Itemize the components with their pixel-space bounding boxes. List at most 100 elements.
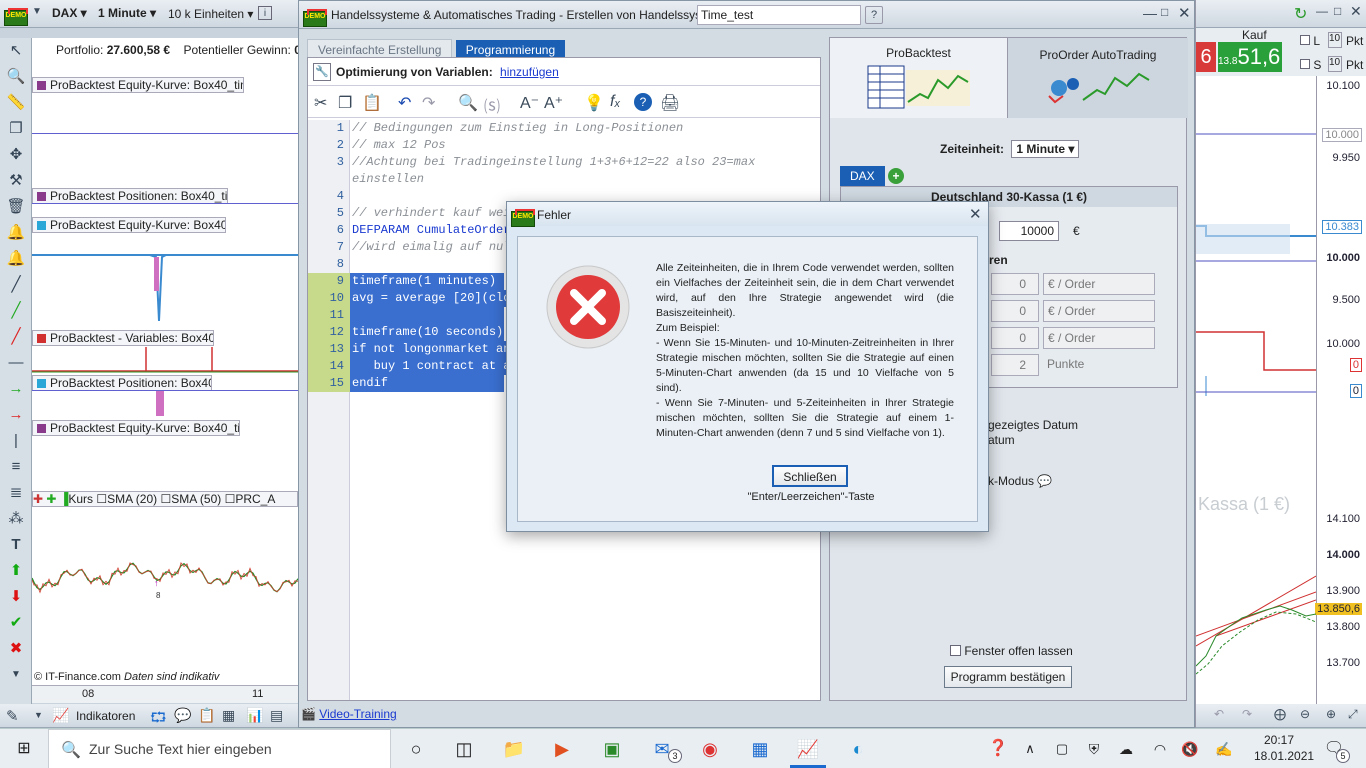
buy-arrow-icon[interactable]: ⬆ [0,558,32,584]
add-variable-link[interactable]: hinzufügen [500,65,559,79]
qty-short[interactable]: 10 [1328,56,1342,72]
minimize-icon[interactable]: — [1316,4,1328,18]
tab-simple-creation[interactable]: Vereinfachte Erstellung [307,39,453,59]
ruler-icon[interactable]: 📏 [0,90,32,116]
fee-unit-select[interactable]: € / Order [1043,327,1155,349]
mode-option[interactable]: k-Modus 💬 [988,474,1052,488]
sell-price-box[interactable]: 6 [1196,42,1216,72]
code-line[interactable]: einstellen [308,171,820,188]
lightbulb-icon[interactable]: 💡 [584,93,604,113]
add-indicator-icon[interactable]: ✚ [33,492,43,506]
date-option-1[interactable]: gezeigtes Datum [988,418,1078,433]
trash-icon[interactable]: 🗑 [0,194,32,220]
bell-icon[interactable]: 🔔 [0,246,32,272]
security-icon[interactable]: ⛨ [1082,737,1106,761]
fee-unit-select[interactable]: € / Order [1043,300,1155,322]
short-checkbox[interactable]: S [1300,58,1321,72]
help-tray-icon[interactable]: ❓ [986,737,1010,761]
close-icon[interactable]: ✕ [1178,4,1191,22]
hammer-icon[interactable]: ⚒ [0,168,32,194]
font-increase-icon[interactable]: A⁺ [544,93,563,113]
video-icon[interactable]: 🎬 [301,707,316,721]
line-icon[interactable]: ╱ [0,272,32,298]
vertical-line-icon[interactable]: | [0,428,32,454]
taskbar-search[interactable]: 🔍 Zur Suche Text hier eingeben [48,729,391,768]
file-explorer-icon[interactable]: 📁 [502,737,526,761]
redo-icon[interactable]: ↷ [1242,707,1252,721]
date-option-2[interactable]: atum [988,433,1078,448]
timeframe-select[interactable]: 1 Minute ▾ [98,6,156,20]
confirm-program-button[interactable]: Programm bestätigen [944,666,1072,688]
sma50-label[interactable]: SMA (50) [171,492,221,506]
code-line[interactable]: 1 // Bedingungen zum Einstieg in Long-Pos… [308,120,820,137]
sma20-label[interactable]: SMA (20) [107,492,157,506]
help-icon[interactable]: ? [634,93,652,111]
fee-value-input[interactable]: 2 [991,354,1039,376]
sell-arrow-icon[interactable]: ⬇ [0,584,32,610]
code-line[interactable]: 3 //Achtung bei Tradingeinstellung 1+3+6+… [308,154,820,171]
chat-icon[interactable]: 💬 [174,707,191,724]
volume-icon[interactable]: 🔇 [1178,737,1202,761]
add-icon[interactable]: ✚ [46,492,56,506]
font-decrease-icon[interactable]: A⁻ [520,93,539,113]
close-icon[interactable]: ✕ [1350,3,1362,20]
copy-icon[interactable]: ❐ [338,93,352,113]
wifi-icon[interactable]: ◠ [1148,737,1172,761]
cortana-icon[interactable]: ○ [404,737,428,761]
fee-value-input[interactable]: 0 [991,327,1039,349]
fee-value-input[interactable]: 0 [991,300,1039,322]
panel-equity-time1[interactable]: ProBacktest Equity-Kurve: Box40_time1 [32,77,244,93]
text-icon[interactable]: T [0,532,32,558]
fee-value-input[interactable]: 0 [991,273,1039,295]
close-icon[interactable]: ✕ [969,205,982,223]
capital-input[interactable]: 10000 [999,221,1059,241]
media-app-icon[interactable]: ▶ [550,737,574,761]
tab-dax[interactable]: DAX [840,166,885,186]
office-icon[interactable]: ▣ [600,737,624,761]
maximize-icon[interactable]: □ [1161,5,1168,19]
timeunit-select[interactable]: 1 Minute ▾ [1011,140,1080,158]
tray-chevron-icon[interactable]: ∧ [1018,737,1042,761]
help-icon[interactable]: ? [865,6,883,24]
code-line[interactable]: 2 // max 12 Pos [308,137,820,154]
function-icon[interactable]: fₓ [610,93,621,111]
paste-icon[interactable]: 📋 [362,93,382,113]
device-icon[interactable]: ▢ [1050,737,1074,761]
task-view-icon[interactable]: ◫ [452,737,476,761]
chart-icon[interactable]: 📊 [246,707,263,724]
chrome-icon[interactable]: ◉ [698,737,722,761]
undo-icon[interactable]: ↶ [398,93,411,113]
channel-icon[interactable]: ≡ [0,454,32,480]
zoom-fit-icon[interactable]: ⨁ [1274,707,1286,721]
move-icon[interactable]: ✥ [0,142,32,168]
prorealtime-icon[interactable]: 📈 [796,737,820,761]
buy-price-box[interactable]: 13.851,6 [1218,42,1282,72]
wrench-icon[interactable]: 🔧 [313,63,331,81]
pen-icon[interactable]: ✍ [1212,737,1236,761]
draw-tool-icon[interactable]: ✎ [6,707,19,725]
green-line-icon[interactable]: ╱ [0,298,32,324]
print-icon[interactable]: 🖨 [660,93,680,113]
copy-icon[interactable]: ❐ [0,116,32,142]
panel-equity-time1-b[interactable]: ProBacktest Equity-Kurve: Box40_time1 [32,420,240,436]
zoom-in-icon[interactable]: ⊕ [1326,707,1336,721]
keep-open-checkbox[interactable] [950,645,961,656]
units-select[interactable]: 10 k Einheiten ▾ [168,7,253,21]
table-icon[interactable]: ▦ [222,707,235,724]
probacktest-tab[interactable]: ProBacktest [830,38,1008,118]
cut-icon[interactable]: ✂ [314,93,327,113]
close-dialog-button[interactable]: Schließen [772,465,848,487]
fan-icon[interactable]: ⁂ [0,506,32,532]
proorder-tab[interactable]: ProOrder AutoTrading [1008,38,1188,118]
minimize-icon[interactable]: — [1143,5,1157,21]
keep-open-row[interactable]: Fenster offen lassen [950,644,1073,658]
instrument-select[interactable]: DAX ▾ [52,6,87,20]
zoom-icon[interactable]: 🔍 [0,64,32,90]
edge-icon[interactable]: ◐ [846,737,870,761]
zoom-out-icon[interactable]: ⊖ [1300,707,1310,721]
clock-date[interactable]: 18.01.2021 [1254,749,1314,763]
search-icon[interactable]: 🔍 [458,93,478,113]
fib-icon[interactable]: ≣ [0,480,32,506]
arrow-line-icon[interactable]: → [0,376,32,402]
fullscreen-icon[interactable]: ⤢ [1348,707,1358,722]
